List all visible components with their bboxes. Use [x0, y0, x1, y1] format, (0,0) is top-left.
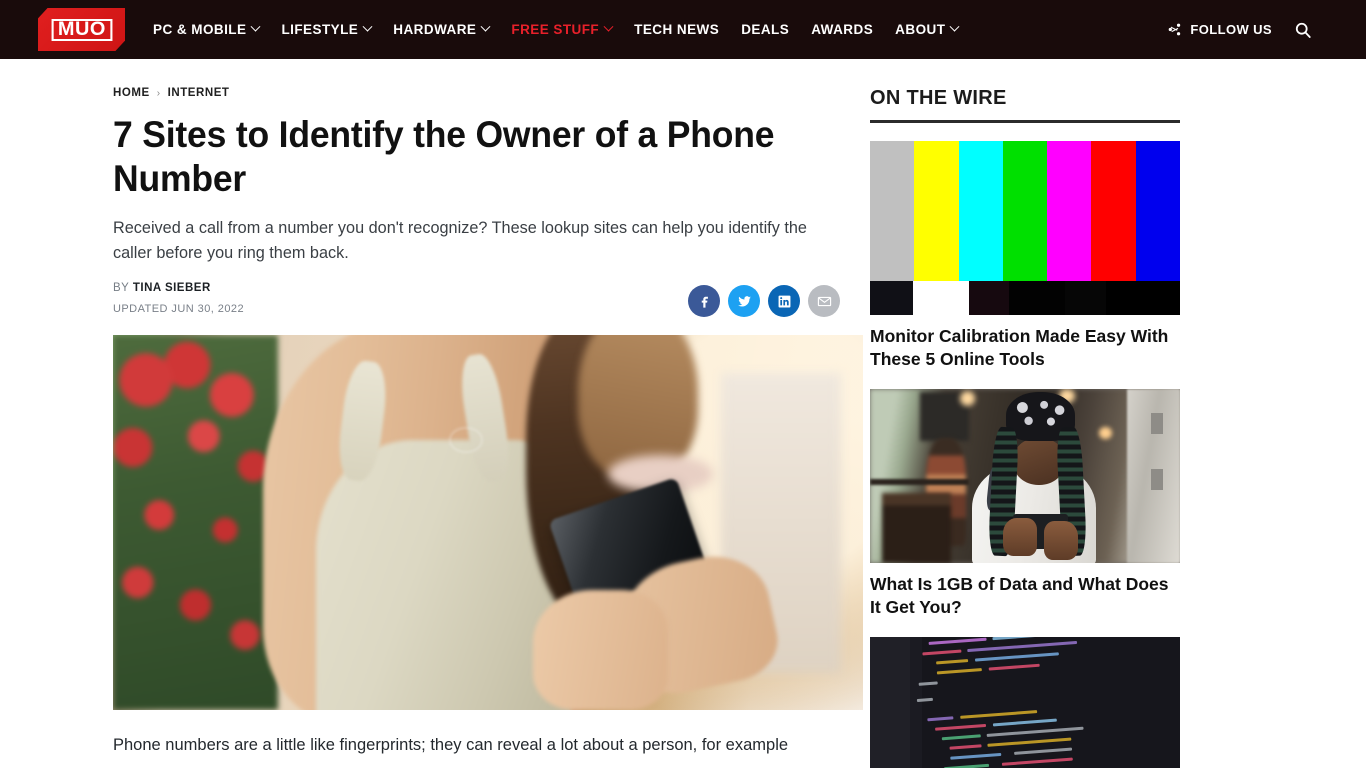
color-bars-bottom: [870, 281, 1180, 315]
code-thumbnail[interactable]: [870, 637, 1180, 768]
nav-item-free-stuff[interactable]: FREE STUFF: [511, 21, 614, 37]
breadcrumb-home[interactable]: HOME: [113, 87, 150, 99]
chevron-down-icon: [949, 21, 960, 32]
share-linkedin-button[interactable]: [768, 285, 800, 317]
breadcrumb-separator-icon: ›: [156, 87, 161, 99]
nav-item-pc-and-mobile[interactable]: PC & MOBILE: [153, 21, 261, 37]
facebook-icon: [701, 296, 708, 308]
nav-item-deals[interactable]: DEALS: [741, 22, 789, 37]
byline-row: BY TINA SIEBER UPDATED JUN 30, 2022: [113, 282, 840, 317]
color-bars-top: [870, 141, 1180, 282]
follow-us-button[interactable]: FOLLOW US: [1167, 22, 1272, 37]
by-prefix: BY: [113, 282, 130, 294]
nav-label: ABOUT: [895, 22, 946, 37]
header-actions: FOLLOW US: [1167, 21, 1348, 39]
share-facebook-button[interactable]: [688, 285, 720, 317]
breadcrumb-internet[interactable]: INTERNET: [168, 87, 230, 99]
share-icon: [1167, 22, 1182, 37]
author-line: BY TINA SIEBER: [113, 282, 244, 294]
nav-label: AWARDS: [811, 22, 874, 37]
linkedin-icon: [778, 295, 790, 307]
photo-thumbnail[interactable]: [870, 389, 1180, 563]
nav-item-tech-news[interactable]: TECH NEWS: [634, 22, 719, 37]
nav-label: FREE STUFF: [511, 22, 600, 37]
article-body-paragraph: Phone numbers are a little like fingerpr…: [113, 736, 789, 754]
share-email-button[interactable]: [808, 285, 840, 317]
color-bars-thumbnail[interactable]: [870, 141, 1180, 315]
site-logo[interactable]: MUO: [38, 8, 125, 51]
nav-label: DEALS: [741, 22, 790, 37]
page-title: 7 Sites to Identify the Owner of a Phone…: [113, 114, 775, 199]
article-dek: Received a call from a number you don't …: [113, 219, 807, 262]
logo-text: MUO: [51, 18, 112, 41]
chevron-down-icon: [603, 21, 614, 32]
nav-item-lifestyle[interactable]: LIFESTYLE: [281, 21, 373, 37]
nav-item-about[interactable]: ABOUT: [895, 21, 960, 37]
share-buttons: [688, 285, 840, 317]
follow-us-label: FOLLOW US: [1190, 22, 1272, 37]
search-button[interactable]: [1294, 21, 1312, 39]
nav-item-hardware[interactable]: HARDWARE: [393, 21, 491, 37]
nav-label: TECH NEWS: [634, 22, 720, 37]
nav-label: LIFESTYLE: [281, 22, 359, 37]
breadcrumb: HOME › INTERNET: [113, 87, 840, 99]
page-body: HOME › INTERNET 7 Sites to Identify the …: [0, 59, 1366, 768]
article-hero-image: [113, 335, 863, 710]
nav-item-awards[interactable]: AWARDS: [811, 22, 873, 37]
byline: BY TINA SIEBER UPDATED JUN 30, 2022: [113, 282, 244, 315]
sidebar-card-title[interactable]: What Is 1GB of Data and What Does It Get…: [870, 573, 1180, 619]
chevron-down-icon: [362, 21, 373, 32]
author-name[interactable]: TINA SIEBER: [133, 282, 211, 294]
sidebar-heading-rule: [870, 120, 1180, 123]
sidebar: ON THE WIRE Monitor Calibration Made Eas…: [840, 59, 1270, 768]
sidebar-heading: ON THE WIRE: [870, 87, 1007, 109]
nav-label: PC & MOBILE: [153, 22, 247, 37]
envelope-icon: [817, 296, 831, 306]
main-navigation: PC & MOBILE LIFESTYLE HARDWARE FREE STUF…: [153, 0, 980, 59]
share-twitter-button[interactable]: [728, 285, 760, 317]
sidebar-card-1gb-data[interactable]: What Is 1GB of Data and What Does It Get…: [870, 389, 1180, 619]
chevron-down-icon: [251, 21, 261, 32]
nav-label: HARDWARE: [393, 22, 477, 37]
chevron-down-icon: [480, 21, 491, 32]
updated-date: UPDATED JUN 30, 2022: [113, 303, 245, 315]
sidebar-card-monitor-calibration[interactable]: Monitor Calibration Made Easy With These…: [870, 141, 1180, 371]
sidebar-card-code[interactable]: [870, 637, 1180, 768]
article-column: HOME › INTERNET 7 Sites to Identify the …: [0, 59, 863, 768]
twitter-icon: [737, 295, 751, 306]
sidebar-card-title[interactable]: Monitor Calibration Made Easy With These…: [870, 325, 1180, 371]
site-header: MUO PC & MOBILE LIFESTYLE HARDWARE FREE …: [0, 0, 1366, 59]
